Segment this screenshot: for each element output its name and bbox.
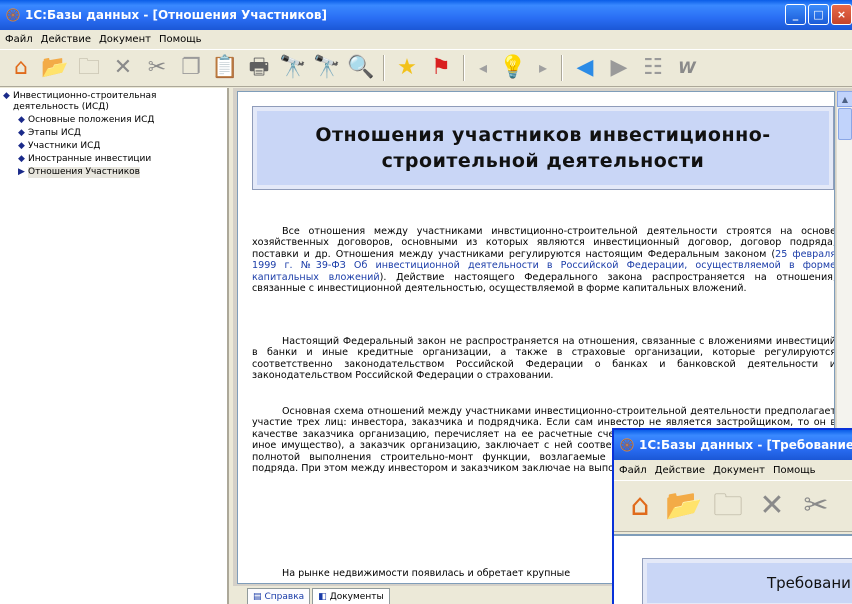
bulb-icon[interactable]: 💡: [498, 53, 528, 83]
documents-icon: ◧: [318, 591, 327, 602]
menu-action[interactable]: Действие: [41, 34, 91, 45]
tree-item-relations[interactable]: ▶ Отношения Участников: [0, 166, 227, 179]
scroll-thumb[interactable]: [838, 108, 852, 140]
diamond-icon: ◆: [18, 141, 25, 151]
delete-icon[interactable]: ✕: [108, 53, 138, 83]
cut-icon[interactable]: ✂: [142, 53, 172, 83]
second-title-bar[interactable]: 🛞 1С:Базы данных - [Требование з: [614, 430, 852, 460]
title-bar[interactable]: 🛞 1С:Базы данных - [Отношения Участников…: [0, 0, 852, 30]
menu-file[interactable]: Файл: [619, 465, 647, 476]
maximize-button[interactable]: □: [808, 4, 829, 25]
tab-label: Документы: [329, 591, 384, 602]
second-menu-bar: Файл Действие Документ Помощь: [614, 460, 852, 480]
toolbar-separator: [383, 55, 385, 81]
paragraph-2: Настоящий Федеральный закон не распростр…: [252, 336, 835, 382]
window-controls: _ □ ×: [785, 4, 852, 25]
home-icon[interactable]: ⌂: [620, 486, 660, 526]
tree-icon[interactable]: ☷: [638, 53, 668, 83]
cut-icon[interactable]: ✂: [796, 486, 836, 526]
close-button[interactable]: ×: [831, 4, 852, 25]
delete-icon[interactable]: ✕: [752, 486, 792, 526]
menu-document[interactable]: Документ: [713, 465, 765, 476]
home-icon[interactable]: ⌂: [6, 53, 36, 83]
toolbar-separator: [561, 55, 563, 81]
back-icon[interactable]: ◀: [570, 53, 600, 83]
second-window-title: 1С:Базы данных - [Требование з: [639, 438, 852, 452]
minimize-button[interactable]: _: [785, 4, 806, 25]
window-title: 1С:Базы данных - [Отношения Участников]: [25, 8, 327, 22]
diamond-icon: ◆: [3, 91, 10, 101]
preview-icon[interactable]: 🔍: [346, 53, 376, 83]
toolbar: ⌂ 📂 🗀 ✕ ✂ ❐ 📋 🖶 🔭 🔭 🔍 ★ ⚑ ◂ 💡 ▸ ◀ ▶ ☷ W: [0, 49, 852, 87]
scroll-up-icon[interactable]: ▲: [837, 91, 852, 107]
find-next-icon[interactable]: 🔭: [312, 53, 342, 83]
app-logo-icon: 🛞: [619, 438, 635, 452]
paragraph-text: Все отношения между участниками инвстици…: [252, 226, 835, 260]
diamond-icon: ◆: [18, 128, 25, 138]
tree-item-basics[interactable]: ◆ Основные положения ИСД: [0, 114, 227, 127]
tree-item-label: Основные положения ИСД: [28, 115, 155, 125]
menu-action[interactable]: Действие: [655, 465, 705, 476]
menu-help[interactable]: Помощь: [159, 34, 202, 45]
next-small-icon[interactable]: ▸: [532, 53, 554, 83]
tree-item-label: Этапы ИСД: [28, 128, 81, 138]
open-folder-icon[interactable]: 📂: [664, 486, 704, 526]
copy-icon[interactable]: ❐: [176, 53, 206, 83]
find-icon[interactable]: 🔭: [278, 53, 308, 83]
paragraph-1: Все отношения между участниками инвстици…: [252, 226, 835, 294]
diamond-icon: ◆: [18, 154, 25, 164]
tree-item-stages[interactable]: ◆ Этапы ИСД: [0, 127, 227, 140]
menu-help[interactable]: Помощь: [773, 465, 816, 476]
forward-icon[interactable]: ▶: [604, 53, 634, 83]
menu-file[interactable]: Файл: [5, 34, 33, 45]
tree-item-participants[interactable]: ◆ Участники ИСД: [0, 140, 227, 153]
book-icon: ▤: [253, 591, 262, 602]
paste-icon[interactable]: 📋: [210, 53, 240, 83]
toolbar-separator: [463, 55, 465, 81]
new-folder-icon[interactable]: 🗀: [74, 53, 104, 83]
print-icon[interactable]: 🖶: [244, 53, 274, 83]
word-icon[interactable]: W: [672, 53, 702, 83]
favorite-icon[interactable]: ★: [392, 53, 422, 83]
arrow-right-icon: ▶: [18, 167, 25, 177]
document-heading-box: Отношения участников инвестиционно-строи…: [252, 106, 834, 190]
tab-documents[interactable]: ◧ Документы: [312, 588, 390, 604]
diamond-icon: ◆: [18, 115, 25, 125]
tree-root-label: Инвестиционно-строительная деятельность …: [13, 91, 157, 112]
navigation-tree: ◆ Инвестиционно-строительная деятельност…: [0, 88, 229, 604]
document-heading: Отношения участников инвестиционно-строи…: [315, 124, 771, 172]
flag-icon[interactable]: ⚑: [426, 53, 456, 83]
open-folder-icon[interactable]: 📂: [40, 53, 70, 83]
menu-document[interactable]: Документ: [99, 34, 151, 45]
app-logo-icon: 🛞: [5, 8, 21, 22]
second-window[interactable]: 🛞 1С:Базы данных - [Требование з Файл Де…: [612, 428, 852, 604]
second-toolbar: ⌂ 📂 🗀 ✕ ✂: [614, 480, 852, 532]
tree-item-foreign-investments[interactable]: ◆ Иностранные инвестиции: [0, 153, 227, 166]
tab-help[interactable]: ▤ Справка: [247, 588, 311, 604]
new-folder-icon[interactable]: 🗀: [708, 486, 748, 526]
second-document-heading: Требовани: [642, 558, 852, 604]
second-document-view: Требовани: [614, 534, 852, 604]
tree-item-label: Отношения Участников: [28, 167, 140, 178]
tree-item-label: Иностранные инвестиции: [28, 154, 152, 164]
menu-bar: Файл Действие Документ Помощь: [0, 30, 852, 49]
tree-item-label: Участники ИСД: [28, 141, 101, 151]
tree-root-item[interactable]: ◆ Инвестиционно-строительная деятельност…: [0, 90, 227, 114]
prev-small-icon[interactable]: ◂: [472, 53, 494, 83]
tab-label: Справка: [264, 591, 305, 602]
